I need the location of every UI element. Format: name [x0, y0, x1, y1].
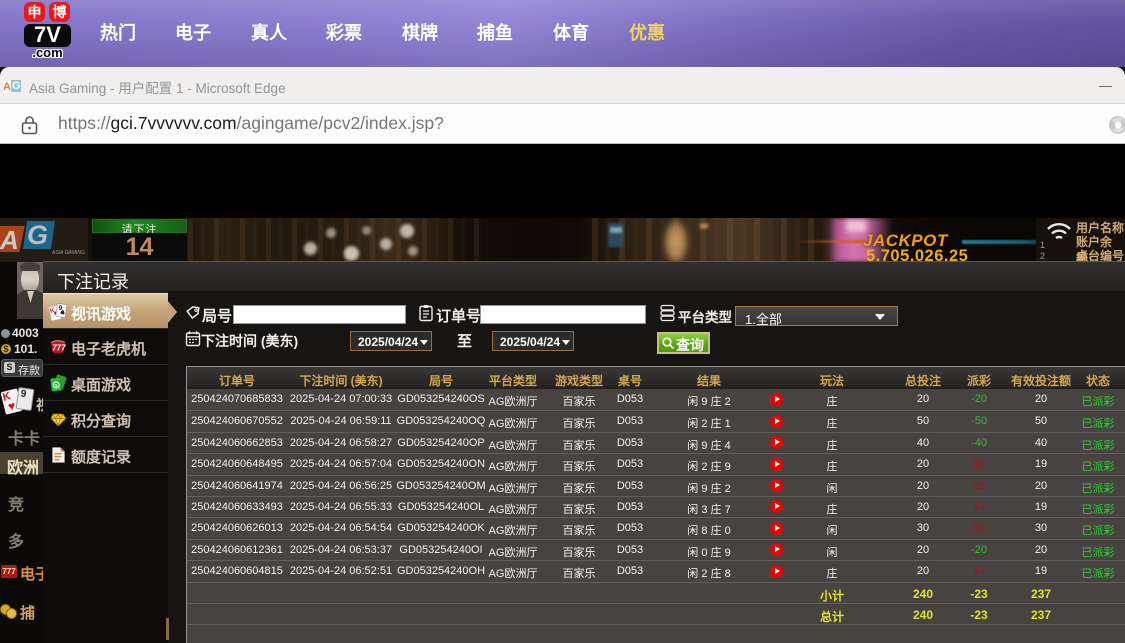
svg-text:777: 777 [52, 344, 66, 353]
